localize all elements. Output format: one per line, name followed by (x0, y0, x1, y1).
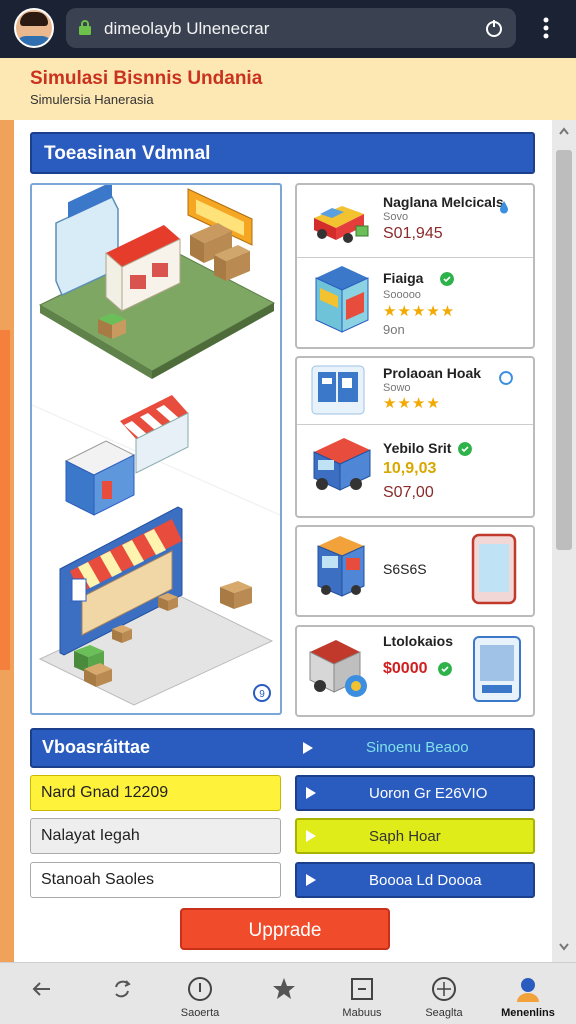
item-subtitle: Sooooo (383, 289, 421, 301)
item-name: Yebilo Srit (383, 440, 452, 456)
star-rating: ★★★★ (383, 395, 441, 412)
play-icon[interactable] (302, 741, 314, 755)
upgrade-button[interactable]: Upprade (180, 908, 390, 950)
phone-icon[interactable] (470, 633, 524, 705)
menu-icon[interactable] (538, 16, 554, 40)
red-truck-icon[interactable] (308, 192, 374, 248)
item-price-top: 10,9,03 (383, 460, 437, 477)
info-badge-icon (499, 371, 513, 385)
page-title: Simulasi Bisnnis Undania (30, 68, 263, 89)
left-edge-accent (0, 330, 10, 670)
nav-label: Saoerta (180, 1007, 220, 1019)
compass-icon (432, 977, 456, 1001)
address-bar[interactable]: dimeolayb Ulnenecrar (66, 8, 516, 48)
page-subtitle: Simulersia Hanerasia (30, 92, 154, 107)
play-icon (306, 874, 316, 886)
drop-icon (500, 201, 508, 214)
item-price: S01,945 (383, 225, 443, 242)
bus-icon[interactable] (312, 532, 370, 604)
action-button-2[interactable]: Saph Hoar (295, 818, 535, 854)
stat-box-label: Nalayat Iegah (41, 827, 140, 844)
nav-info[interactable]: Saoerta (160, 963, 240, 1024)
app-tile-icon[interactable] (310, 364, 366, 416)
tablet-icon[interactable] (470, 532, 520, 608)
nav-menu[interactable]: Mabuus (322, 963, 402, 1024)
bottom-navigation: Saoerta Mabuus Seaglta Menenlins (0, 962, 576, 1024)
nav-label: Menenlins (501, 1007, 555, 1019)
section-title: Toeasinan Vdmnal (44, 143, 211, 164)
nav-back[interactable] (2, 963, 82, 1024)
upgrade-button-label: Upprade (248, 920, 322, 941)
scroll-up-icon[interactable] (558, 126, 570, 138)
refresh-icon[interactable] (484, 18, 504, 38)
action-button-1[interactable]: Uoron Gr E26VIO (295, 775, 535, 811)
isometric-scene-illustration (31, 181, 281, 706)
page-header: Simulasi Bisnnis Undania Simulersia Hane… (0, 58, 576, 120)
action-button-3[interactable]: Boooa Ld Doooa (295, 862, 535, 898)
item-name: Fiaiga (383, 270, 424, 286)
star-rating: ★★★★★ (383, 303, 456, 320)
action-button-label: Boooa Ld Doooa (369, 872, 482, 889)
browser-toolbar: dimeolayb Ulnenecrar (0, 0, 576, 58)
info-circle-icon (188, 977, 212, 1001)
business-scene[interactable] (30, 181, 282, 715)
item-name: Ltolokaios (383, 633, 454, 649)
stats-title: Vboasráittae (42, 737, 151, 757)
item-subtitle: Sovo (383, 211, 409, 223)
item-subtitle: Sowo (383, 382, 411, 394)
nav-label: Seaglta (425, 1007, 463, 1019)
back-arrow-icon (32, 982, 50, 996)
action-button-label: Uoron Gr E26VIO (369, 785, 488, 802)
blue-truck-icon[interactable] (310, 432, 376, 504)
stat-box-label: Stanoah Saoles (41, 871, 154, 888)
item-name: Naglana Melcicals (383, 194, 504, 210)
repeat-icon (115, 980, 131, 998)
item-price: $0000 (383, 660, 428, 677)
avatar[interactable] (14, 8, 54, 48)
section-title-bar: Toeasinan Vdmnal (30, 132, 535, 174)
scroll-down-icon[interactable] (558, 940, 570, 952)
lock-icon (79, 20, 91, 35)
stat-box-3[interactable]: Stanoah Saoles (30, 862, 281, 898)
nav-profile[interactable]: Menenlins (488, 963, 568, 1024)
item-divider (297, 257, 533, 258)
item-price: S07,00 (383, 484, 434, 501)
minus-square-icon (351, 978, 373, 1000)
nav-explore[interactable]: Seaglta (404, 963, 484, 1024)
stat-box-label: Nard Gnad 12209 (41, 784, 169, 801)
check-badge-icon (438, 662, 452, 676)
scene-info-icon[interactable]: 9 (252, 683, 272, 703)
stats-right-label[interactable]: Sinoenu Beaoo (366, 739, 469, 756)
nav-repeat[interactable] (82, 963, 162, 1024)
item-name: Prolaoan Hoak (383, 365, 482, 381)
nav-favorites[interactable] (244, 963, 324, 1024)
action-button-label: Saph Hoar (369, 828, 441, 845)
item-divider (297, 424, 533, 425)
item-extra: 9on (383, 322, 405, 337)
check-badge-icon (458, 442, 472, 456)
machine-icon[interactable] (306, 634, 376, 702)
svg-text:9: 9 (259, 689, 265, 700)
check-badge-icon (440, 272, 454, 286)
scrollbar-thumb[interactable] (556, 150, 572, 550)
stat-box-1[interactable]: Nard Gnad 12209 (30, 775, 281, 811)
stat-box-2[interactable]: Nalayat Iegah (30, 818, 281, 854)
url-text: dimeolayb Ulnenecrar (104, 19, 270, 38)
play-icon (306, 830, 316, 842)
item-name: S6S6S (383, 561, 427, 577)
profile-icon (517, 978, 539, 1002)
kiosk-icon[interactable] (312, 264, 372, 336)
play-icon (306, 787, 316, 799)
nav-label: Mabuus (342, 1007, 382, 1019)
star-icon (273, 978, 295, 999)
